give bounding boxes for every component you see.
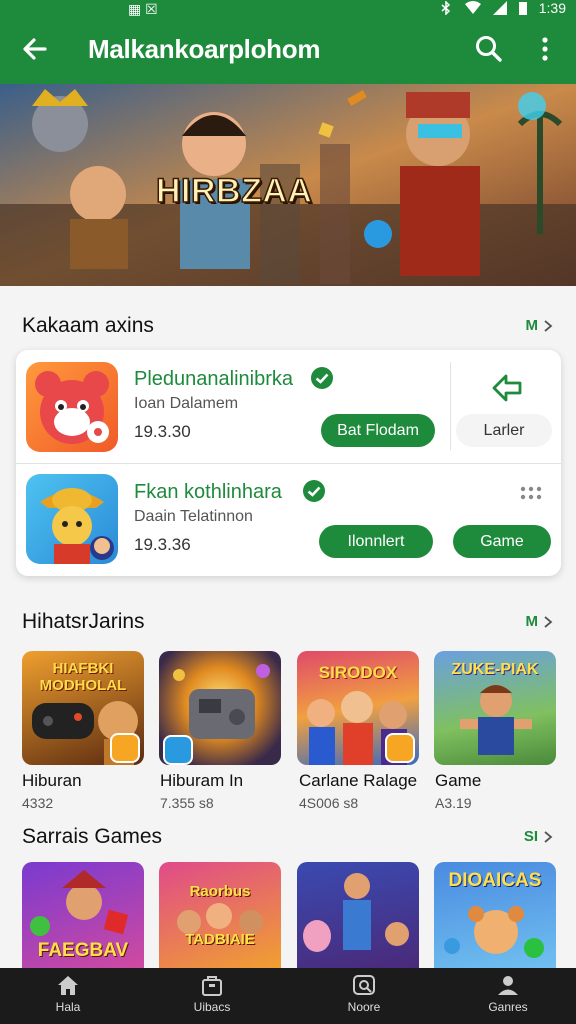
app-name-1[interactable]: Pledunanalinibrka bbox=[134, 368, 293, 391]
nav-label-games: Noore bbox=[347, 1000, 381, 1014]
status-left-icons: ▦ ☒ bbox=[128, 1, 158, 17]
page-title: Malkankoarplohom bbox=[88, 34, 321, 64]
game-tile-1[interactable]: HIAFBKI MODHOLAL bbox=[22, 651, 144, 765]
app-icon-2[interactable] bbox=[26, 474, 118, 564]
tile-badge-icon bbox=[110, 733, 140, 763]
nav-item-library[interactable]: Uibacs bbox=[172, 974, 252, 1014]
signal-icon bbox=[492, 1, 507, 15]
nav-label-profile: Ganres bbox=[488, 1000, 528, 1014]
tile-art-text-6: Raorbus TADBIAIE bbox=[185, 883, 255, 948]
tile-art-text-8: DIOAICAS bbox=[448, 870, 542, 891]
game-tile-8[interactable]: DIOAICAS bbox=[434, 862, 556, 968]
tile-art-text-4: ZUKE-PIAK bbox=[451, 661, 539, 678]
bear-icon bbox=[35, 371, 109, 444]
tile-art-text-1: HIAFBKI MODHOLAL bbox=[39, 660, 127, 694]
section-title-featured: Kakaam axins bbox=[22, 314, 154, 337]
tile-badge-icon bbox=[385, 733, 415, 763]
tile-art-text-5: FAEGBAV bbox=[37, 940, 129, 961]
game-tile-6[interactable]: Raorbus TADBIAIE bbox=[159, 862, 281, 968]
bag-icon bbox=[202, 976, 222, 996]
hero-banner[interactable]: HIRBZAA bbox=[0, 84, 576, 286]
person-icon bbox=[498, 976, 518, 995]
game-tile-5[interactable]: FAEGBAV bbox=[22, 862, 144, 968]
tile-label-4[interactable]: Game bbox=[435, 771, 481, 791]
app-name-2[interactable]: Fkan kothlinhara bbox=[134, 481, 282, 504]
chevron-right-icon bbox=[544, 319, 553, 332]
gamepad-icon bbox=[353, 975, 375, 995]
app-version-2: 19.3.36 bbox=[134, 535, 191, 554]
verified-icon bbox=[311, 367, 333, 389]
chevron-right-icon bbox=[544, 830, 553, 843]
section-title-games: Sarrais Games bbox=[22, 825, 163, 848]
tile-count-2: 7.355 s8 bbox=[160, 795, 214, 811]
section-more-label: M bbox=[525, 317, 539, 334]
verified-icon bbox=[303, 480, 325, 502]
tile-count-1: 4332 bbox=[22, 795, 54, 811]
more-dots-icon[interactable] bbox=[520, 486, 542, 500]
cowboy-character-icon bbox=[40, 488, 114, 564]
game-tile-3[interactable]: SIRODOX bbox=[297, 651, 419, 765]
bottom-navigation: Hala Uibacs Noore Ganres bbox=[0, 968, 576, 1024]
nav-item-home[interactable]: Hala bbox=[28, 974, 108, 1014]
section-more-popular[interactable]: M bbox=[526, 613, 555, 630]
chevron-right-icon bbox=[544, 615, 553, 628]
status-time: 1:39 bbox=[538, 0, 566, 16]
home-icon bbox=[58, 976, 78, 995]
tile-label-1[interactable]: Hiburan bbox=[22, 771, 82, 791]
search-icon[interactable] bbox=[472, 32, 506, 66]
nav-item-games[interactable]: Noore bbox=[324, 974, 404, 1014]
app-secondary-button-2[interactable]: Game bbox=[453, 525, 551, 558]
section-more-games[interactable]: SI bbox=[524, 828, 554, 845]
game-tile-4[interactable]: ZUKE-PIAK bbox=[434, 651, 556, 765]
bluetooth-icon bbox=[441, 1, 450, 15]
app-primary-button-2[interactable]: Ilonnlert bbox=[319, 525, 433, 558]
nav-item-profile[interactable]: Ganres bbox=[468, 974, 548, 1014]
app-icon-1[interactable] bbox=[26, 362, 118, 452]
tile-count-3: 4S006 s8 bbox=[299, 795, 359, 811]
game-tile-2[interactable] bbox=[159, 651, 281, 765]
app-primary-button-1[interactable]: Bat Flodam bbox=[321, 414, 435, 447]
featured-apps-card: Pledunanalinibrka Ioan Dalamem 19.3.30 B… bbox=[16, 350, 561, 576]
banner-title: HIRBZAA bbox=[155, 171, 313, 211]
arrow-left-icon[interactable] bbox=[18, 32, 52, 66]
app-developer-1: Ioan Dalamem bbox=[134, 395, 239, 412]
app-bar: Malkankoarplohom bbox=[0, 18, 576, 84]
install-arrow-icon[interactable] bbox=[490, 372, 524, 402]
tile-label-3[interactable]: Carlane Ralage bbox=[299, 771, 417, 791]
section-more-label: SI bbox=[523, 828, 538, 845]
tile-art-text-3: SIRODOX bbox=[318, 663, 398, 682]
app-developer-2: Daain Telatinnon bbox=[134, 508, 253, 525]
section-title-popular: HihatsrJarins bbox=[22, 610, 145, 633]
tile-count-4: A3.19 bbox=[435, 795, 472, 811]
status-bar: ▦ ☒ 1:39 bbox=[0, 0, 576, 18]
nav-label-library: Uibacs bbox=[193, 1000, 231, 1014]
app-secondary-button-1[interactable]: Larler bbox=[456, 414, 552, 447]
battery-icon bbox=[518, 2, 527, 15]
adventure-art bbox=[303, 873, 409, 952]
more-vert-icon[interactable] bbox=[528, 32, 562, 66]
game-tile-7[interactable] bbox=[297, 862, 419, 968]
tile-badge-icon bbox=[163, 735, 193, 765]
section-more-label: M bbox=[525, 613, 539, 630]
wifi-icon bbox=[464, 1, 481, 14]
section-more-featured[interactable]: M bbox=[526, 317, 555, 334]
tile-label-2[interactable]: Hiburam In bbox=[160, 771, 243, 791]
app-version-1: 19.3.30 bbox=[134, 422, 191, 441]
nav-label-home: Hala bbox=[55, 1000, 81, 1014]
